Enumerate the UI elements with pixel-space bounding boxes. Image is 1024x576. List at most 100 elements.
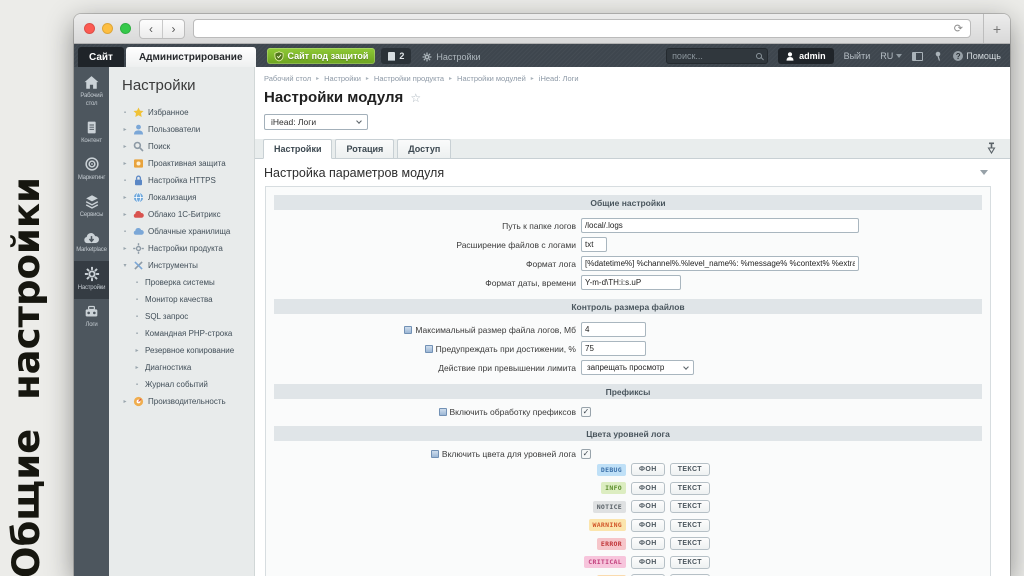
search-input[interactable] [672, 51, 752, 61]
sidebar-item-bitrix-cloud[interactable]: ▸ Облако 1С-Битрикс [109, 206, 254, 223]
level-badge: NOTICE [593, 501, 626, 513]
admin-tab[interactable]: Администрирование [126, 47, 256, 67]
sidebar-item-https[interactable]: ▪ Настройка HTTPS [109, 172, 254, 189]
gear-icon [84, 266, 100, 282]
sidebar-item-sql-query[interactable]: ▪ SQL запрос [109, 308, 254, 325]
sidebar-item-system-check[interactable]: ▪ Проверка системы [109, 274, 254, 291]
help-link[interactable]: ? Помощь [953, 51, 1001, 61]
breadcrumb-separator-icon: ▸ [316, 75, 319, 82]
tab-rotation[interactable]: Ротация [335, 139, 394, 158]
breadcrumb-item[interactable]: Рабочий стол [264, 74, 311, 83]
text-color-button[interactable]: ТЕКСТ [670, 556, 710, 569]
help-icon: ? [953, 51, 963, 61]
new-tab-button[interactable]: + [983, 14, 1010, 43]
sidebar-item-event-log[interactable]: ▪ Журнал событий [109, 376, 254, 393]
search-icon [133, 141, 144, 152]
limit-action-select[interactable]: запрещать просмотр [581, 360, 694, 375]
field-row: Предупреждать при достижении, % [274, 341, 982, 356]
bg-color-button[interactable]: ФОН [631, 463, 665, 476]
rail-item-logs[interactable]: Логи [74, 299, 109, 336]
breadcrumb-item[interactable]: iHead: Логи [539, 74, 579, 83]
collapse-chevron-icon[interactable] [980, 170, 988, 175]
zoom-window-button[interactable] [120, 23, 131, 34]
pin-icon[interactable] [987, 142, 996, 154]
user-menu-button[interactable]: admin [778, 48, 834, 64]
sidebar-item-product-settings[interactable]: ▸ Настройки продукта [109, 240, 254, 257]
sidebar-item-tools[interactable]: ▾ Инструменты [109, 257, 254, 274]
tab-settings[interactable]: Настройки [263, 139, 332, 159]
pin-icon[interactable] [933, 51, 943, 61]
rail-item-marketplace[interactable]: Marketplace [74, 226, 109, 261]
site-tab[interactable]: Сайт [78, 47, 124, 67]
breadcrumb-item[interactable]: Настройки [324, 74, 361, 83]
site-protected-button[interactable]: Сайт под защитой [267, 48, 376, 64]
rail-item-settings[interactable]: Настройки [74, 261, 109, 299]
sidebar-item-backup[interactable]: ▸ Резервное копирование [109, 342, 254, 359]
text-color-button[interactable]: ТЕКСТ [670, 537, 710, 550]
sidebar-item-favorites[interactable]: ▪ Избранное [109, 104, 254, 121]
text-color-button[interactable]: ТЕКСТ [670, 463, 710, 476]
enable-colors-checkbox[interactable]: ✓ [581, 449, 591, 459]
hint-icon[interactable] [425, 345, 433, 353]
sidebar-item-search[interactable]: ▸ Поиск [109, 138, 254, 155]
text-color-button[interactable]: ТЕКСТ [670, 500, 710, 513]
sidebar-item-localization[interactable]: ▸ Локализация [109, 189, 254, 206]
hint-icon[interactable] [431, 450, 439, 458]
text-color-button[interactable]: ТЕКСТ [670, 519, 710, 532]
level-color-row: WARNING ФОН ТЕКСТ [274, 519, 982, 532]
bg-color-button[interactable]: ФОН [631, 556, 665, 569]
close-window-button[interactable] [84, 23, 95, 34]
sidebar: Настройки ▪ Избранное ▸ Пользователи ▸ [109, 67, 255, 576]
breadcrumb-item[interactable]: Настройки модулей [457, 74, 526, 83]
sidebar-item-diagnostics[interactable]: ▸ Диагностика [109, 359, 254, 376]
sidebar-item-quality-monitor[interactable]: ▪ Монитор качества [109, 291, 254, 308]
sidebar-item-users[interactable]: ▸ Пользователи [109, 121, 254, 138]
max-file-size-input[interactable] [581, 322, 646, 337]
bg-color-button[interactable]: ФОН [631, 519, 665, 532]
favorite-star-icon[interactable]: ☆ [410, 91, 421, 105]
main-content: Рабочий стол ▸ Настройки ▸ Настройки про… [255, 67, 1010, 576]
logout-link[interactable]: Выйти [844, 51, 871, 61]
layout-toggle-icon[interactable] [912, 52, 923, 61]
date-format-input[interactable] [581, 275, 681, 290]
minimize-window-button[interactable] [102, 23, 113, 34]
bg-color-button[interactable]: ФОН [631, 500, 665, 513]
log-extension-input[interactable] [581, 237, 607, 252]
sidebar-item-performance[interactable]: ▸ Производительность [109, 393, 254, 410]
log-path-input[interactable] [581, 218, 859, 233]
breadcrumb-item[interactable]: Настройки продукта [374, 74, 444, 83]
warn-threshold-input[interactable] [581, 341, 646, 356]
sidebar-item-php-console[interactable]: ▪ Командная PHP-строка [109, 325, 254, 342]
reload-icon[interactable]: ⟳ [954, 22, 963, 35]
forward-button[interactable]: › [162, 20, 184, 38]
field-label: Формат лога [526, 259, 576, 269]
log-format-input[interactable] [581, 256, 859, 271]
hint-icon[interactable] [439, 408, 447, 416]
browser-chrome: ‹ › ⟳ + [74, 14, 1010, 44]
notifications-badge[interactable]: 2 [381, 48, 411, 64]
enable-prefixes-checkbox[interactable]: ✓ [581, 407, 591, 417]
tab-access[interactable]: Доступ [397, 139, 451, 158]
document-icon [84, 120, 99, 135]
language-select[interactable]: RU [880, 51, 902, 61]
bg-color-button[interactable]: ФОН [631, 537, 665, 550]
hint-icon[interactable] [404, 326, 412, 334]
sidebar-item-cloud-storage[interactable]: ▪ Облачные хранилища [109, 223, 254, 240]
gear-icon [133, 243, 144, 254]
sidebar-item-proactive-protection[interactable]: ▸ Проактивная защита [109, 155, 254, 172]
rail-item-desktop[interactable]: Рабочий стол [74, 70, 109, 115]
rail-item-content[interactable]: Контент [74, 115, 109, 152]
module-select[interactable]: iHead: Логи [264, 114, 368, 130]
bg-color-button[interactable]: ФОН [631, 482, 665, 495]
rail-item-marketing[interactable]: Маркетинг [74, 151, 109, 189]
rail-item-services[interactable]: Сервисы [74, 189, 109, 226]
search-icon[interactable] [756, 53, 762, 59]
back-button[interactable]: ‹ [140, 20, 162, 38]
chevron-down-icon [356, 118, 362, 124]
cloud-icon [133, 209, 144, 220]
text-color-button[interactable]: ТЕКСТ [670, 482, 710, 495]
nav-settings-button[interactable]: Настройки [422, 52, 480, 62]
address-bar[interactable]: ⟳ [193, 19, 971, 38]
field-label: Формат даты, времени [485, 278, 576, 288]
field-label: Расширение файлов с логами [456, 240, 576, 250]
